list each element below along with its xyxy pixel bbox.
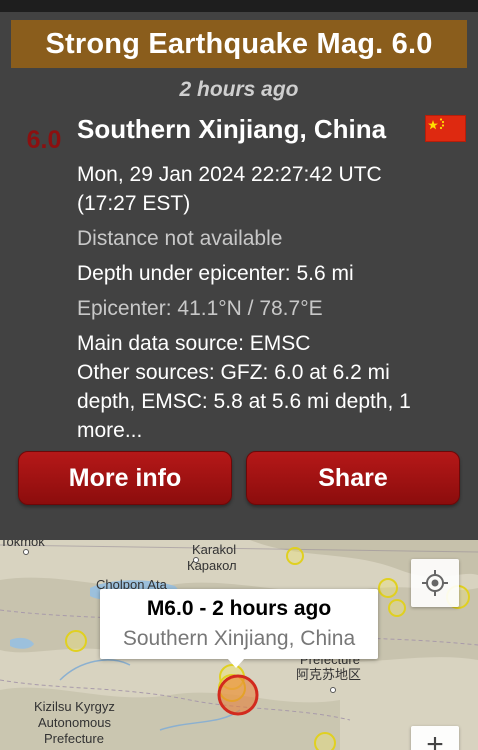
map-label-aksu: 阿克苏地区: [296, 667, 362, 682]
earthquake-title-bar: Strong Earthquake Mag. 6.0: [11, 20, 467, 68]
tooltip-pointer: [227, 658, 245, 668]
map-label-tokmok: Tokmok: [0, 540, 45, 549]
distance-text: Distance not available: [77, 227, 283, 250]
time-ago: 2 hours ago: [179, 78, 299, 101]
map-label-kizilsu-2: Autonomous: [38, 715, 111, 730]
zoom-in-button[interactable]: +: [411, 726, 459, 750]
share-button[interactable]: Share: [246, 451, 460, 505]
my-location-icon: [422, 570, 448, 596]
depth-text: Depth under epicenter: 5.6 mi: [77, 262, 354, 285]
more-info-button[interactable]: More info: [18, 451, 232, 505]
map-label-kizilsu-3: Prefecture: [44, 731, 104, 746]
map-label-karakol-ru: Каракол: [187, 558, 237, 573]
status-bar: [0, 0, 478, 12]
datetime-local: (17:27 EST): [77, 192, 191, 215]
main-source-text: Main data source: EMSC: [77, 332, 311, 355]
datetime-utc: Mon, 29 Jan 2024 22:27:42 UTC: [77, 163, 382, 186]
other-sources-line-2: depth, EMSC: 5.8 at 5.6 mi depth, 1: [77, 390, 411, 413]
map-marker-tooltip[interactable]: M6.0 - 2 hours ago Southern Xinjiang, Ch…: [100, 589, 378, 659]
map-label-karakol: Karakol: [192, 542, 237, 557]
map-label-kizilsu-1: Kizilsu Kyrgyz: [34, 699, 115, 714]
my-location-button[interactable]: [411, 559, 459, 607]
other-sources-more-link[interactable]: more...: [77, 416, 469, 445]
earthquake-title: Strong Earthquake Mag. 6.0: [45, 27, 433, 60]
earthquake-details: Mon, 29 Jan 2024 22:27:42 UTC (17:27 EST…: [77, 160, 469, 445]
magnitude-badge: 6.0: [26, 126, 62, 154]
map-view[interactable]: Tokmok Karakol Каракол Cholpon Ata Prefe…: [0, 540, 478, 750]
other-sources-line-1: Other sources: GFZ: 6.0 at 6.2 mi: [77, 361, 390, 384]
china-flag-icon: [425, 115, 466, 142]
epicenter-text: Epicenter: 41.1°N / 78.7°E: [77, 297, 323, 320]
tooltip-subtitle: Southern Xinjiang, China: [122, 627, 356, 650]
tooltip-title: M6.0 - 2 hours ago: [146, 597, 332, 620]
location-title: Southern Xinjiang, China: [77, 114, 387, 144]
